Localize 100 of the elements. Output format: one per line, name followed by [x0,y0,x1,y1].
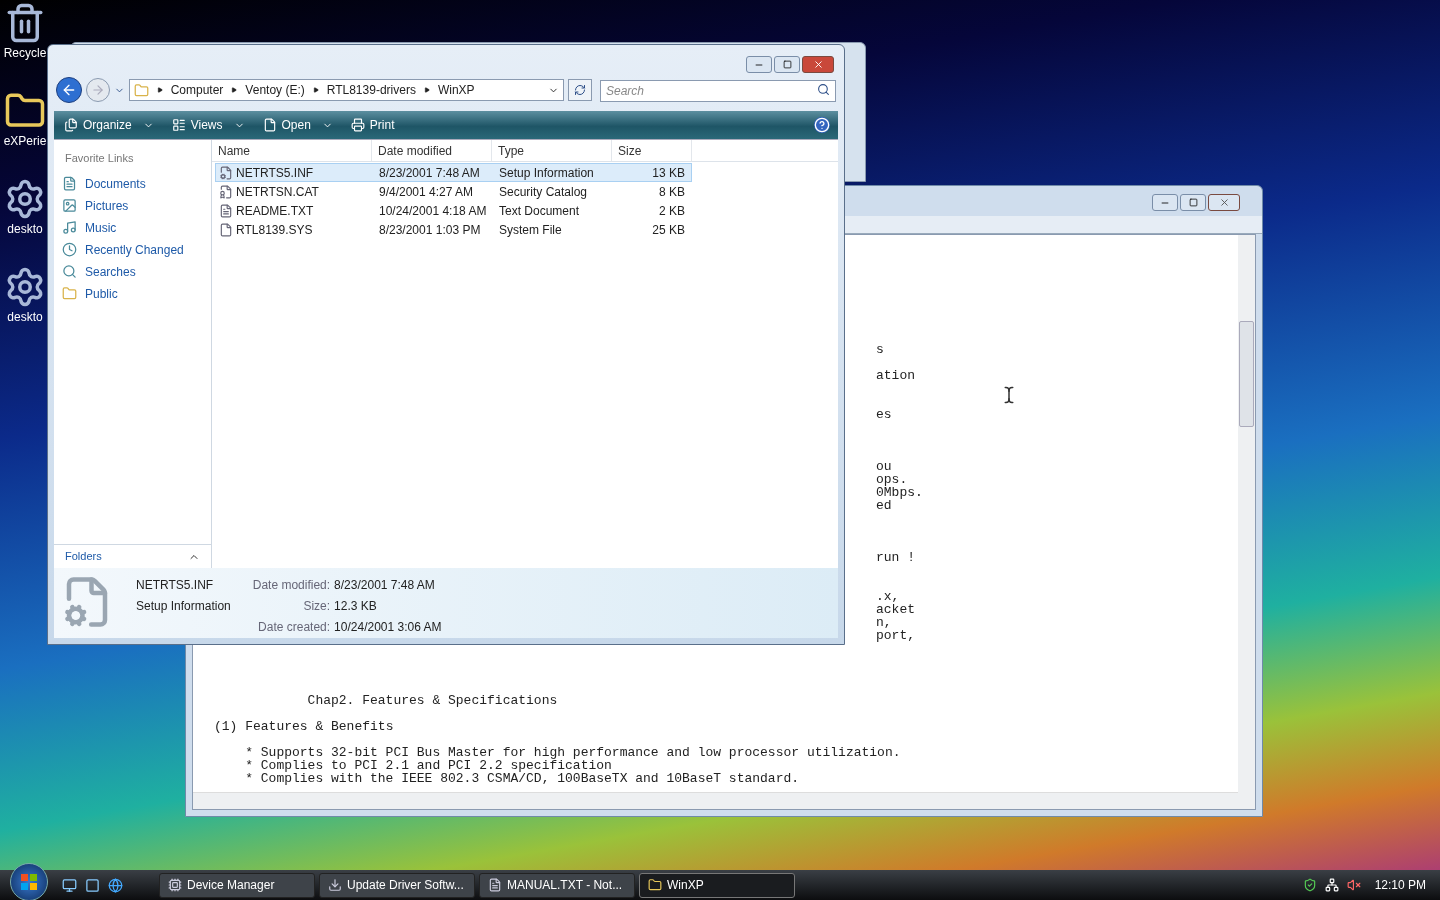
favorite-link[interactable]: Searches [54,260,211,283]
file-row[interactable]: NETRTSN.CAT 9/4/2001 4:27 AM Security Catalog 8 KB [215,182,692,201]
breadcrumb-item[interactable]: Ventoy (E:) [245,81,305,99]
start-button[interactable] [10,863,48,900]
text-line: * Supports 32-bit PCI Bus Master for high performance and low processor utilization. [245,746,901,759]
close-button[interactable] [1208,194,1240,211]
chip-icon [168,878,182,892]
text-file-icon [219,203,233,218]
taskbar-button[interactable]: WinXP [639,872,795,898]
desktop-icon-label[interactable]: eXPerie [3,132,47,150]
favorite-link[interactable]: Pictures [54,194,211,217]
folder-icon [133,82,149,98]
column-header[interactable]: Date modified [372,140,492,161]
text-line: ed [876,499,892,512]
window-icon[interactable] [85,877,100,893]
refresh-button[interactable] [568,79,592,101]
picture-icon [62,198,77,213]
column-header[interactable]: Name [212,140,372,161]
minimize-button[interactable] [746,56,772,73]
gear-file-icon [219,165,233,180]
text-line: n, [876,616,892,629]
table-cell-text: System File [498,221,563,239]
separator-arrow-icon[interactable] [423,87,430,93]
text-line: .x, [876,590,900,603]
minimize-button[interactable] [1152,194,1178,211]
text-line: Chap2. Features & Specifications [307,694,558,707]
shield-icon[interactable] [1302,878,1317,892]
text-line: acket [876,603,915,616]
text-line: * Complies to PCI 2.1 and PCI 2.2 specification [245,759,612,772]
taskbar-button[interactable]: Update Driver Softw... [319,872,475,898]
close-icon [1218,197,1230,208]
close-button[interactable] [802,56,834,73]
column-header[interactable]: Size [612,140,692,161]
table-cell-text: 2 KB [658,202,686,220]
search-field[interactable]: Search [600,80,836,102]
text-line: run ! [876,551,915,564]
maximize-icon [1188,198,1198,207]
scrollbar-thumb[interactable] [1239,321,1254,427]
maximize-icon [782,60,792,69]
network-icon[interactable] [1324,878,1339,892]
detail-label: Date modified: [252,577,331,594]
table-cell-text: 13 KB [651,164,686,182]
favorite-link[interactable]: Recently Changed [54,238,211,261]
taskbar-button[interactable]: Device Manager [159,872,315,898]
column-header[interactable]: Type [492,140,612,161]
detail-value: 10/24/2001 3:06 AM [334,619,442,636]
detail-label: Date created: [257,619,331,636]
table-cell-text: Security Catalog [498,183,589,201]
file-name: README.TXT [236,202,314,220]
separator-arrow-icon[interactable] [312,87,319,93]
clock[interactable]: 12:10 PM [1374,876,1426,894]
pages-icon [64,118,78,132]
close-icon [812,59,824,70]
taskbar-button[interactable]: MANUAL.TXT - Not... [479,872,635,898]
separator-arrow-icon[interactable] [156,87,163,93]
toolbar-button[interactable]: Organize [62,114,156,136]
breadcrumb-item[interactable]: Computer [170,81,224,99]
table-cell-text: Setup Information [498,164,595,182]
printer-icon [350,118,365,132]
text-line: s [876,343,884,356]
toolbar-button[interactable]: Print [348,114,397,136]
file-row[interactable]: README.TXT 10/24/2001 4:18 AM Text Document 2 KB [215,201,692,220]
table-cell-text: 8 KB [658,183,686,201]
certificate-file-icon [219,184,233,199]
forward-arrow-icon [90,83,105,97]
file-row[interactable]: RTL8139.SYS 8/23/2001 1:03 PM System File 25 KB [215,220,692,239]
file-name: NETRTS5.INF [136,577,215,594]
download-icon [328,878,342,892]
favorite-link[interactable]: Public [54,282,211,305]
file-row[interactable]: NETRTS5.INF 8/23/2001 7:48 AM Setup Information 13 KB [215,163,692,182]
favorite-link[interactable]: Music [54,216,211,239]
globe-icon[interactable] [108,877,123,893]
text-line: ops. [876,473,908,486]
table-cell-text: Text Document [498,202,581,220]
toolbar-button[interactable]: Views [169,114,247,136]
toolbar-button[interactable]: Open [260,114,335,136]
address-bar[interactable]: Computer Ventoy (E:) RTL8139-drivers WinXP [128,79,565,101]
separator-arrow-icon[interactable] [231,87,238,93]
clock-icon [62,242,77,257]
text-file-icon [488,878,502,892]
search-icon[interactable] [817,83,830,96]
help-icon[interactable] [814,117,830,133]
music-icon [62,220,77,235]
desktop-icon[interactable] [62,877,77,893]
table-cell-text: 25 KB [651,221,686,239]
table-cell-text: 9/4/2001 4:27 AM [378,183,475,201]
maximize-button[interactable] [774,56,800,73]
desktop-icon-label[interactable]: deskto [7,220,43,238]
muted-volume-icon[interactable] [1346,878,1361,892]
back-button[interactable] [56,77,82,103]
desktop-icon-label[interactable]: deskto [7,308,43,326]
breadcrumb-item[interactable]: RTL8139-drivers [326,81,416,99]
horizontal-scrollbar[interactable] [193,792,1238,809]
vertical-scrollbar[interactable] [1238,235,1255,809]
maximize-button[interactable] [1180,194,1206,211]
file-type: Setup Information [136,598,231,615]
breadcrumb-item[interactable]: WinXP [437,81,475,99]
desktop-icon-label[interactable]: Recycle [3,44,47,62]
table-cell-text: 8/23/2001 7:48 AM [378,164,481,182]
favorite-link[interactable]: Documents [54,172,211,195]
